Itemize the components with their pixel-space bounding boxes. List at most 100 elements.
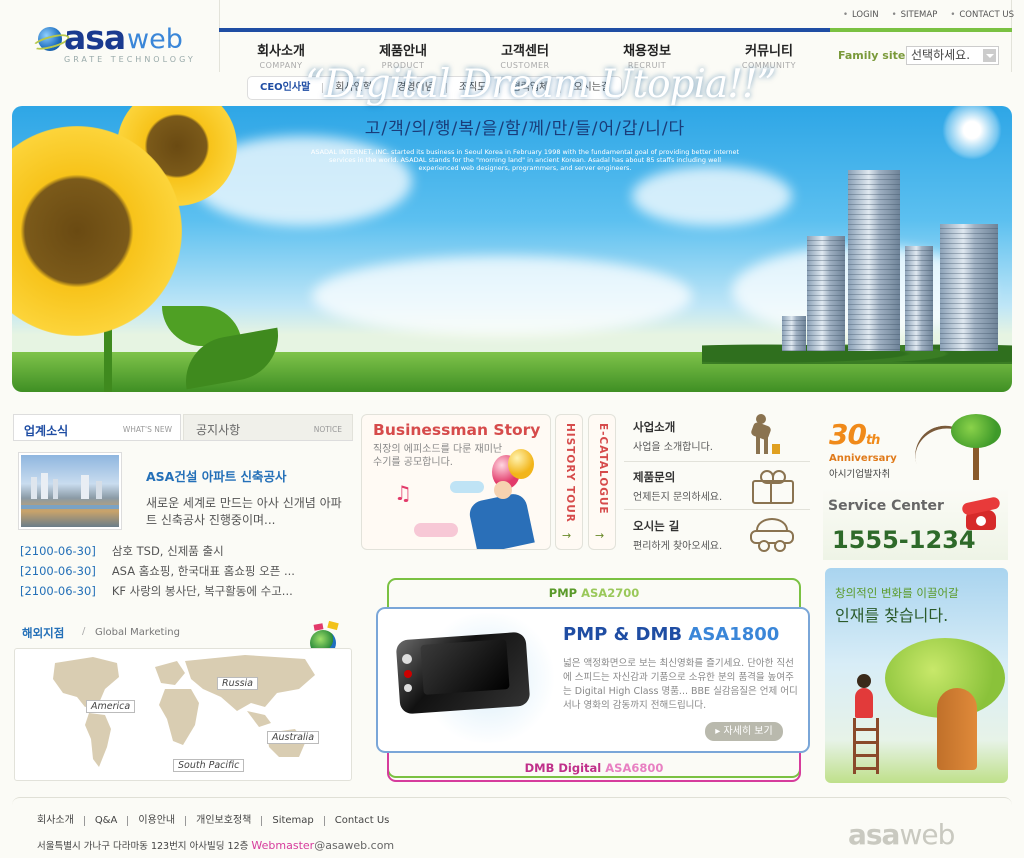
news-thumbnail[interactable]: [18, 452, 122, 530]
news-item[interactable]: [2100-06-30] KF 사랑의 봉사단, 복구활동에 수고...: [20, 583, 293, 599]
businessman-figure: [467, 491, 535, 549]
logo-text-asa: asa: [64, 18, 126, 57]
tab-notice[interactable]: 공지사항 NOTICE: [183, 414, 353, 441]
tab-label: 공지사항: [196, 423, 241, 437]
news-item[interactable]: [2100-06-30] ASA 홈쇼핑, 한국대표 홈쇼핑 오픈 ...: [20, 563, 295, 579]
product-dmb-asa6800-label[interactable]: DMB Digital ASA6800: [388, 761, 800, 775]
footer-link-privacy[interactable]: 개인보호정책: [185, 816, 261, 826]
building: [807, 236, 845, 351]
footer-logo-a: asa: [848, 818, 900, 851]
building: [940, 224, 998, 351]
news-date: [2100-06-30]: [20, 584, 96, 598]
product-name: PMP & DMB: [563, 624, 683, 645]
globe-icon: [38, 27, 62, 51]
webmaster-email[interactable]: @asaweb.com: [314, 839, 394, 852]
overseas-title: 해외지점: [22, 626, 65, 640]
overseas-separator: /: [82, 626, 86, 637]
footer-link-qna[interactable]: Q&A: [83, 816, 128, 826]
product-description: 넓은 액정화면으로 보는 최신영화를 즐기세요. 단아한 직선에 스피드는 자신…: [563, 658, 798, 711]
news-description: 새로운 세계로 만드는 아사 신개념 아파트 신축공사 진행중이며...: [146, 496, 342, 527]
footer-links: 회사소개 Q&A 이용안내 개인보호정책 Sitemap Contact Us: [37, 816, 399, 826]
footer-link-sitemap[interactable]: Sitemap: [261, 816, 323, 826]
news-date: [2100-06-30]: [20, 544, 96, 558]
person-head: [857, 674, 871, 688]
product-model: ASA2700: [581, 586, 640, 600]
map-label-south-pacific[interactable]: South Pacific: [173, 759, 245, 772]
city-photo: [21, 455, 119, 527]
sun: [942, 106, 1002, 160]
tab-label: HISTORY TOUR: [564, 423, 576, 523]
map-label-russia[interactable]: Russia: [217, 677, 258, 690]
view-details-button[interactable]: ▸ 자세히 보기: [705, 722, 783, 741]
product-model: ASA6800: [605, 761, 664, 775]
anniversary-sublabel: 아시기업발자취: [829, 469, 891, 480]
footer-logo-b: web: [899, 818, 955, 851]
product-title[interactable]: PMP & DMB ASA1800: [563, 624, 779, 645]
person-figure: [855, 688, 873, 718]
nav-label: 커뮤니티: [745, 44, 793, 59]
overseas-subtitle: Global Marketing: [95, 627, 180, 638]
anniversary-suffix: th: [865, 433, 881, 448]
news-item[interactable]: [2100-06-30] 삼호 TSD, 신제품 출시: [20, 543, 224, 559]
service-title: 사업소개: [633, 420, 676, 434]
service-business-intro[interactable]: 사업소개 사업을 소개합니다.: [633, 419, 713, 453]
arrow-right-icon: →: [562, 529, 572, 542]
businessman-story-title[interactable]: Businessman Story: [373, 421, 540, 439]
anniversary-count: 30: [829, 418, 867, 451]
tab-label: E-CATALOGUE: [597, 423, 609, 515]
cloud: [414, 523, 458, 537]
tab-industry-news[interactable]: 업계소식 WHAT'S NEW: [13, 414, 181, 441]
site-logo[interactable]: asa web GRATE TECHNOLOGY: [30, 18, 205, 68]
product-pmp-asa2700-label[interactable]: PMP ASA2700: [388, 586, 800, 600]
tab-history-tour[interactable]: HISTORY TOUR →: [555, 414, 583, 550]
map-label-australia[interactable]: Australia: [267, 731, 320, 744]
family-site-value: 선택하세요.: [911, 48, 971, 62]
tree-trunk: [937, 688, 977, 770]
service-center-title: Service Center: [828, 498, 944, 514]
nav-label: 고객센터: [501, 44, 549, 59]
nav-label: 회사소개: [257, 44, 305, 59]
footer-logo: asaweb: [848, 818, 955, 851]
service-center-phone[interactable]: 1555-1234: [832, 526, 976, 554]
logo-text-web: web: [127, 24, 183, 55]
news-date: [2100-06-30]: [20, 564, 96, 578]
service-product-inquiry[interactable]: 제품문의 언제든지 문의하세요.: [633, 469, 722, 503]
businessman-story-desc: 직장의 에피소드를 다룬 재미난 수기를 공모합니다.: [373, 444, 503, 468]
banner-title: “Digital Dream Utopia!!”: [305, 62, 777, 107]
divider: [624, 461, 810, 462]
cloud: [312, 256, 692, 336]
world-map[interactable]: Russia America Australia South Pacific: [14, 648, 352, 781]
gift-box-icon: [748, 468, 794, 504]
nav-top-bar-green: [830, 28, 1012, 32]
chevron-down-icon: [983, 49, 996, 62]
product-name: PMP: [548, 586, 578, 600]
gardener-icon: [748, 414, 782, 456]
family-site-select[interactable]: 선택하세요.: [906, 46, 999, 65]
top-links: LOGIN SITEMAP CONTACT US: [830, 10, 1014, 22]
sitemap-link[interactable]: SITEMAP: [892, 10, 938, 22]
service-directions[interactable]: 오시는 길 편리하게 찾아오세요.: [633, 518, 722, 552]
cloud: [632, 166, 792, 226]
tab-e-catalogue[interactable]: E-CATALOGUE →: [588, 414, 616, 550]
product-name: DMB Digital: [524, 761, 602, 775]
contact-us-link[interactable]: CONTACT US: [950, 10, 1014, 22]
tab-sublabel: WHAT'S NEW: [122, 425, 172, 434]
login-link[interactable]: LOGIN: [843, 10, 879, 22]
pmp-device-image[interactable]: [392, 631, 531, 718]
music-note-icon: ♫: [394, 481, 412, 505]
news-text: ASA 홈쇼핑, 한국대표 홈쇼핑 오픈 ...: [111, 564, 295, 578]
car-icon: [750, 514, 794, 552]
footer-link-contact[interactable]: Contact Us: [323, 816, 400, 826]
logo-tagline: GRATE TECHNOLOGY: [64, 55, 196, 64]
tree-crown: [951, 414, 1001, 448]
footer-link-guide[interactable]: 이용안내: [127, 816, 185, 826]
service-title: 오시는 길: [633, 519, 680, 533]
banner-body: ASADAL INTERNET, INC. started its busine…: [310, 148, 740, 172]
tab-sublabel: NOTICE: [313, 425, 342, 434]
telephone-icon: [960, 494, 1004, 534]
cloud: [450, 481, 484, 493]
footer-link-company[interactable]: 회사소개: [37, 816, 84, 826]
news-headline[interactable]: ASA건설 아파트 신축공사: [146, 466, 287, 485]
map-label-america[interactable]: America: [86, 700, 136, 713]
play-arrow-icon: ▸: [715, 726, 724, 737]
